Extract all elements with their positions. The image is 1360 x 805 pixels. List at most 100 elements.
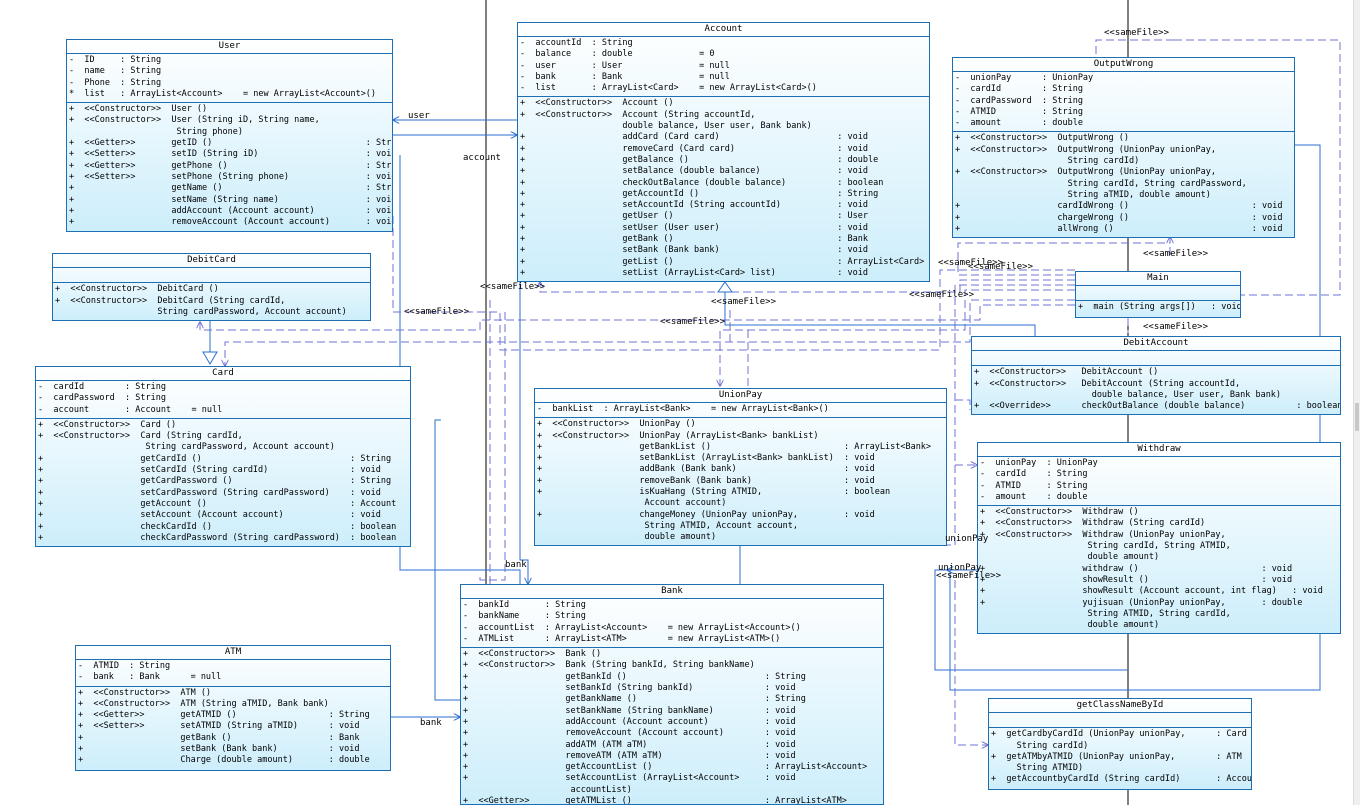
method-row: + getAccountList () : ArrayList<Account> [463, 762, 868, 773]
method-row: + <<Constructor>> DebitAccount () [974, 367, 1159, 378]
method-row: Account account) [537, 498, 727, 509]
class-box-card[interactable]: Card - cardId : String - cardPassword : St… [35, 366, 411, 547]
class-box-main[interactable]: Main + main (String args[]) : void [1075, 271, 1241, 318]
method-row: + getBalance () : double [520, 154, 879, 165]
method-row: + isKuaHang (String ATMID, : boolean [537, 487, 891, 498]
attribute-row [991, 714, 1249, 725]
scrollbar-thumb[interactable] [1355, 403, 1359, 431]
method-row: + changeMoney (UnionPay unionPay, : void [537, 509, 875, 520]
method-row: + <<Constructor>> User (String iD, Strin… [69, 115, 320, 126]
attribute-row: - bankName : String [463, 611, 586, 622]
relation-label: bank [505, 560, 527, 570]
method-row: + yujisuan (UnionPay unionPay, : double [980, 597, 1303, 608]
class-box-debitaccount[interactable]: DebitAccount + <<Constructor>> DebitAcco… [971, 336, 1341, 415]
methods-section: + <<Constructor>> Account () + <<Construc… [518, 96, 929, 281]
method-row: + allWrong () : void [955, 223, 1283, 234]
generalization-arrow [202, 351, 218, 365]
attributes-section [1076, 285, 1240, 300]
class-box-account[interactable]: Account - accountId : String - balance : d… [517, 22, 930, 282]
methods-section: + <<Constructor>> UnionPay () + <<Constru… [535, 417, 946, 545]
attribute-row: - accountId : String [520, 38, 633, 48]
attributes-section: - accountId : String - balance : double =… [518, 36, 929, 96]
class-title: getClassNameById [1076, 700, 1164, 710]
methods-section: + <<Constructor>> Withdraw () + <<Constru… [978, 505, 1340, 633]
method-row: + <<Setter>> setPhone (String phone) : v… [69, 171, 393, 182]
class-title: Withdraw [1137, 444, 1181, 454]
relation-label: <<sameFile>> [909, 290, 975, 300]
relation-label: <<sameFile>> [711, 297, 777, 307]
class-box-outputwrong[interactable]: OutputWrong - unionPay : UnionPay - cardId… [952, 57, 1295, 238]
class-box-withdraw[interactable]: Withdraw - unionPay : UnionPay - cardId : … [977, 442, 1341, 634]
method-row: + Charge (double amount) : double [78, 755, 370, 766]
method-row: + setList (ArrayList<Card> list) : void [520, 267, 868, 278]
attributes-section: - bankId : String - bankName : String - ac… [461, 598, 883, 647]
method-row: + <<Getter>> getPhone () : String [69, 160, 393, 171]
attribute-row: - user : User = null [520, 60, 730, 71]
method-row: + <<Constructor>> Withdraw (UnionPay uni… [980, 529, 1226, 540]
relation-label: unionPay [945, 534, 989, 544]
vertical-scrollbar[interactable] [1353, 0, 1360, 805]
method-row: + setAccount (Account account) : void [38, 510, 381, 521]
method-row: + removeATM (ATM aTM) : void [463, 750, 796, 761]
attribute-row: - unionPay : UnionPay [955, 73, 1094, 83]
methods-section: + <<Constructor>> DebitAccount () + <<Con… [972, 365, 1340, 414]
method-row: + checkCardPassword (String cardPassword… [38, 532, 397, 543]
class-box-debitcard[interactable]: DebitCard + <<Constructor>> DebitCard ()… [52, 253, 371, 321]
methods-section: + <<Constructor>> Card () + <<Constructor… [36, 417, 410, 546]
method-row: + withdraw () : void [980, 563, 1293, 574]
assoc-bank-atm [434, 419, 460, 701]
attribute-row: - ATMID : String [78, 661, 171, 671]
method-row: double amount) [980, 620, 1160, 631]
attribute-row: - list : ArrayList<Card> = new ArrayList… [520, 83, 817, 94]
method-row: + getBank () : Bank [78, 732, 360, 743]
method-row: + getBankId () : String [463, 671, 806, 682]
assoc-account-bank [519, 282, 528, 584]
relation-label: <<sameFile>> [660, 317, 726, 327]
method-row: accountList) [463, 784, 632, 795]
class-box-getclassnamebyid[interactable]: getClassNameById + getCardbyCardId (Unio… [988, 698, 1252, 790]
relation-label: account [463, 153, 501, 163]
method-row: String cardId, String ATMID, [980, 541, 1231, 552]
method-row: String cardId) [955, 156, 1140, 167]
attribute-row: - cardPassword : String [38, 393, 166, 404]
attribute-row [1078, 287, 1238, 298]
method-row: String aTMID, double amount) [955, 189, 1211, 200]
attribute-row: - balance : double = 0 [520, 49, 715, 60]
method-row: + <<Getter>> getATMList () : ArrayList<A… [463, 796, 847, 805]
class-box-bank[interactable]: Bank - bankId : String - bankName : String… [460, 584, 884, 805]
relation-label: <<sameFile>> [1143, 322, 1209, 332]
class-box-unionpay[interactable]: UnionPay - bankList : ArrayList<Bank> = n… [534, 388, 947, 546]
relation-label: <<sameFile>> [404, 307, 470, 317]
methods-section: + <<Constructor>> Bank () + <<Constructor… [461, 647, 883, 805]
class-box-atm[interactable]: ATM - ATMID : String - bank : Bank = null +… [75, 645, 391, 771]
method-row: + setAccountId (String accountId) : void [520, 200, 868, 211]
method-row: + getName () : String [69, 183, 393, 194]
class-box-user[interactable]: User - ID : String - name : String - Phone … [66, 39, 393, 232]
dep-samefile [955, 399, 971, 410]
method-row: + getCardPassword () : String [38, 476, 392, 487]
attribute-row [974, 352, 1338, 363]
method-row: + <<Constructor>> OutputWrong () [955, 133, 1129, 144]
uml-class-diagram: User - ID : String - name : String - Phone … [0, 0, 1360, 805]
attribute-row: - cardId : String [980, 469, 1088, 480]
class-title: OutputWrong [1093, 59, 1154, 69]
attributes-section: - unionPay : UnionPay - cardId : String - … [953, 71, 1294, 131]
method-row: + setBankList (ArrayList<Bank> bankList)… [537, 453, 875, 464]
methods-section: + <<Constructor>> DebitCard () + <<Constr… [53, 282, 370, 320]
method-row: + getCardbyCardId (UnionPay unionPay, : … [991, 729, 1247, 740]
method-row: + getAccountbyCardId (String cardId) : A… [991, 774, 1252, 785]
method-row: + getATMbyATMID (UnionPay unionPay, : AT… [991, 751, 1242, 762]
method-row: String cardPassword, Account account) [38, 442, 335, 453]
attribute-row: - accountList : ArrayList<Account> = new… [463, 622, 801, 633]
method-row: + checkOutBalance (double balance) : boo… [520, 177, 884, 188]
method-row: + <<Constructor>> DebitCard (String card… [55, 295, 286, 306]
relation-label: bank [420, 718, 442, 728]
method-row: + <<Constructor>> ATM () [78, 687, 212, 698]
class-title: ATM [224, 647, 242, 657]
method-row: + setName (String name) : void [69, 194, 393, 205]
method-row: + removeAccount (Account account) : void [463, 728, 796, 739]
attribute-row: - name : String [69, 66, 162, 77]
method-row: + addATM (ATM aTM) : void [463, 739, 796, 750]
method-row: String ATMID, Account account, [537, 520, 798, 531]
attribute-row [55, 269, 368, 280]
